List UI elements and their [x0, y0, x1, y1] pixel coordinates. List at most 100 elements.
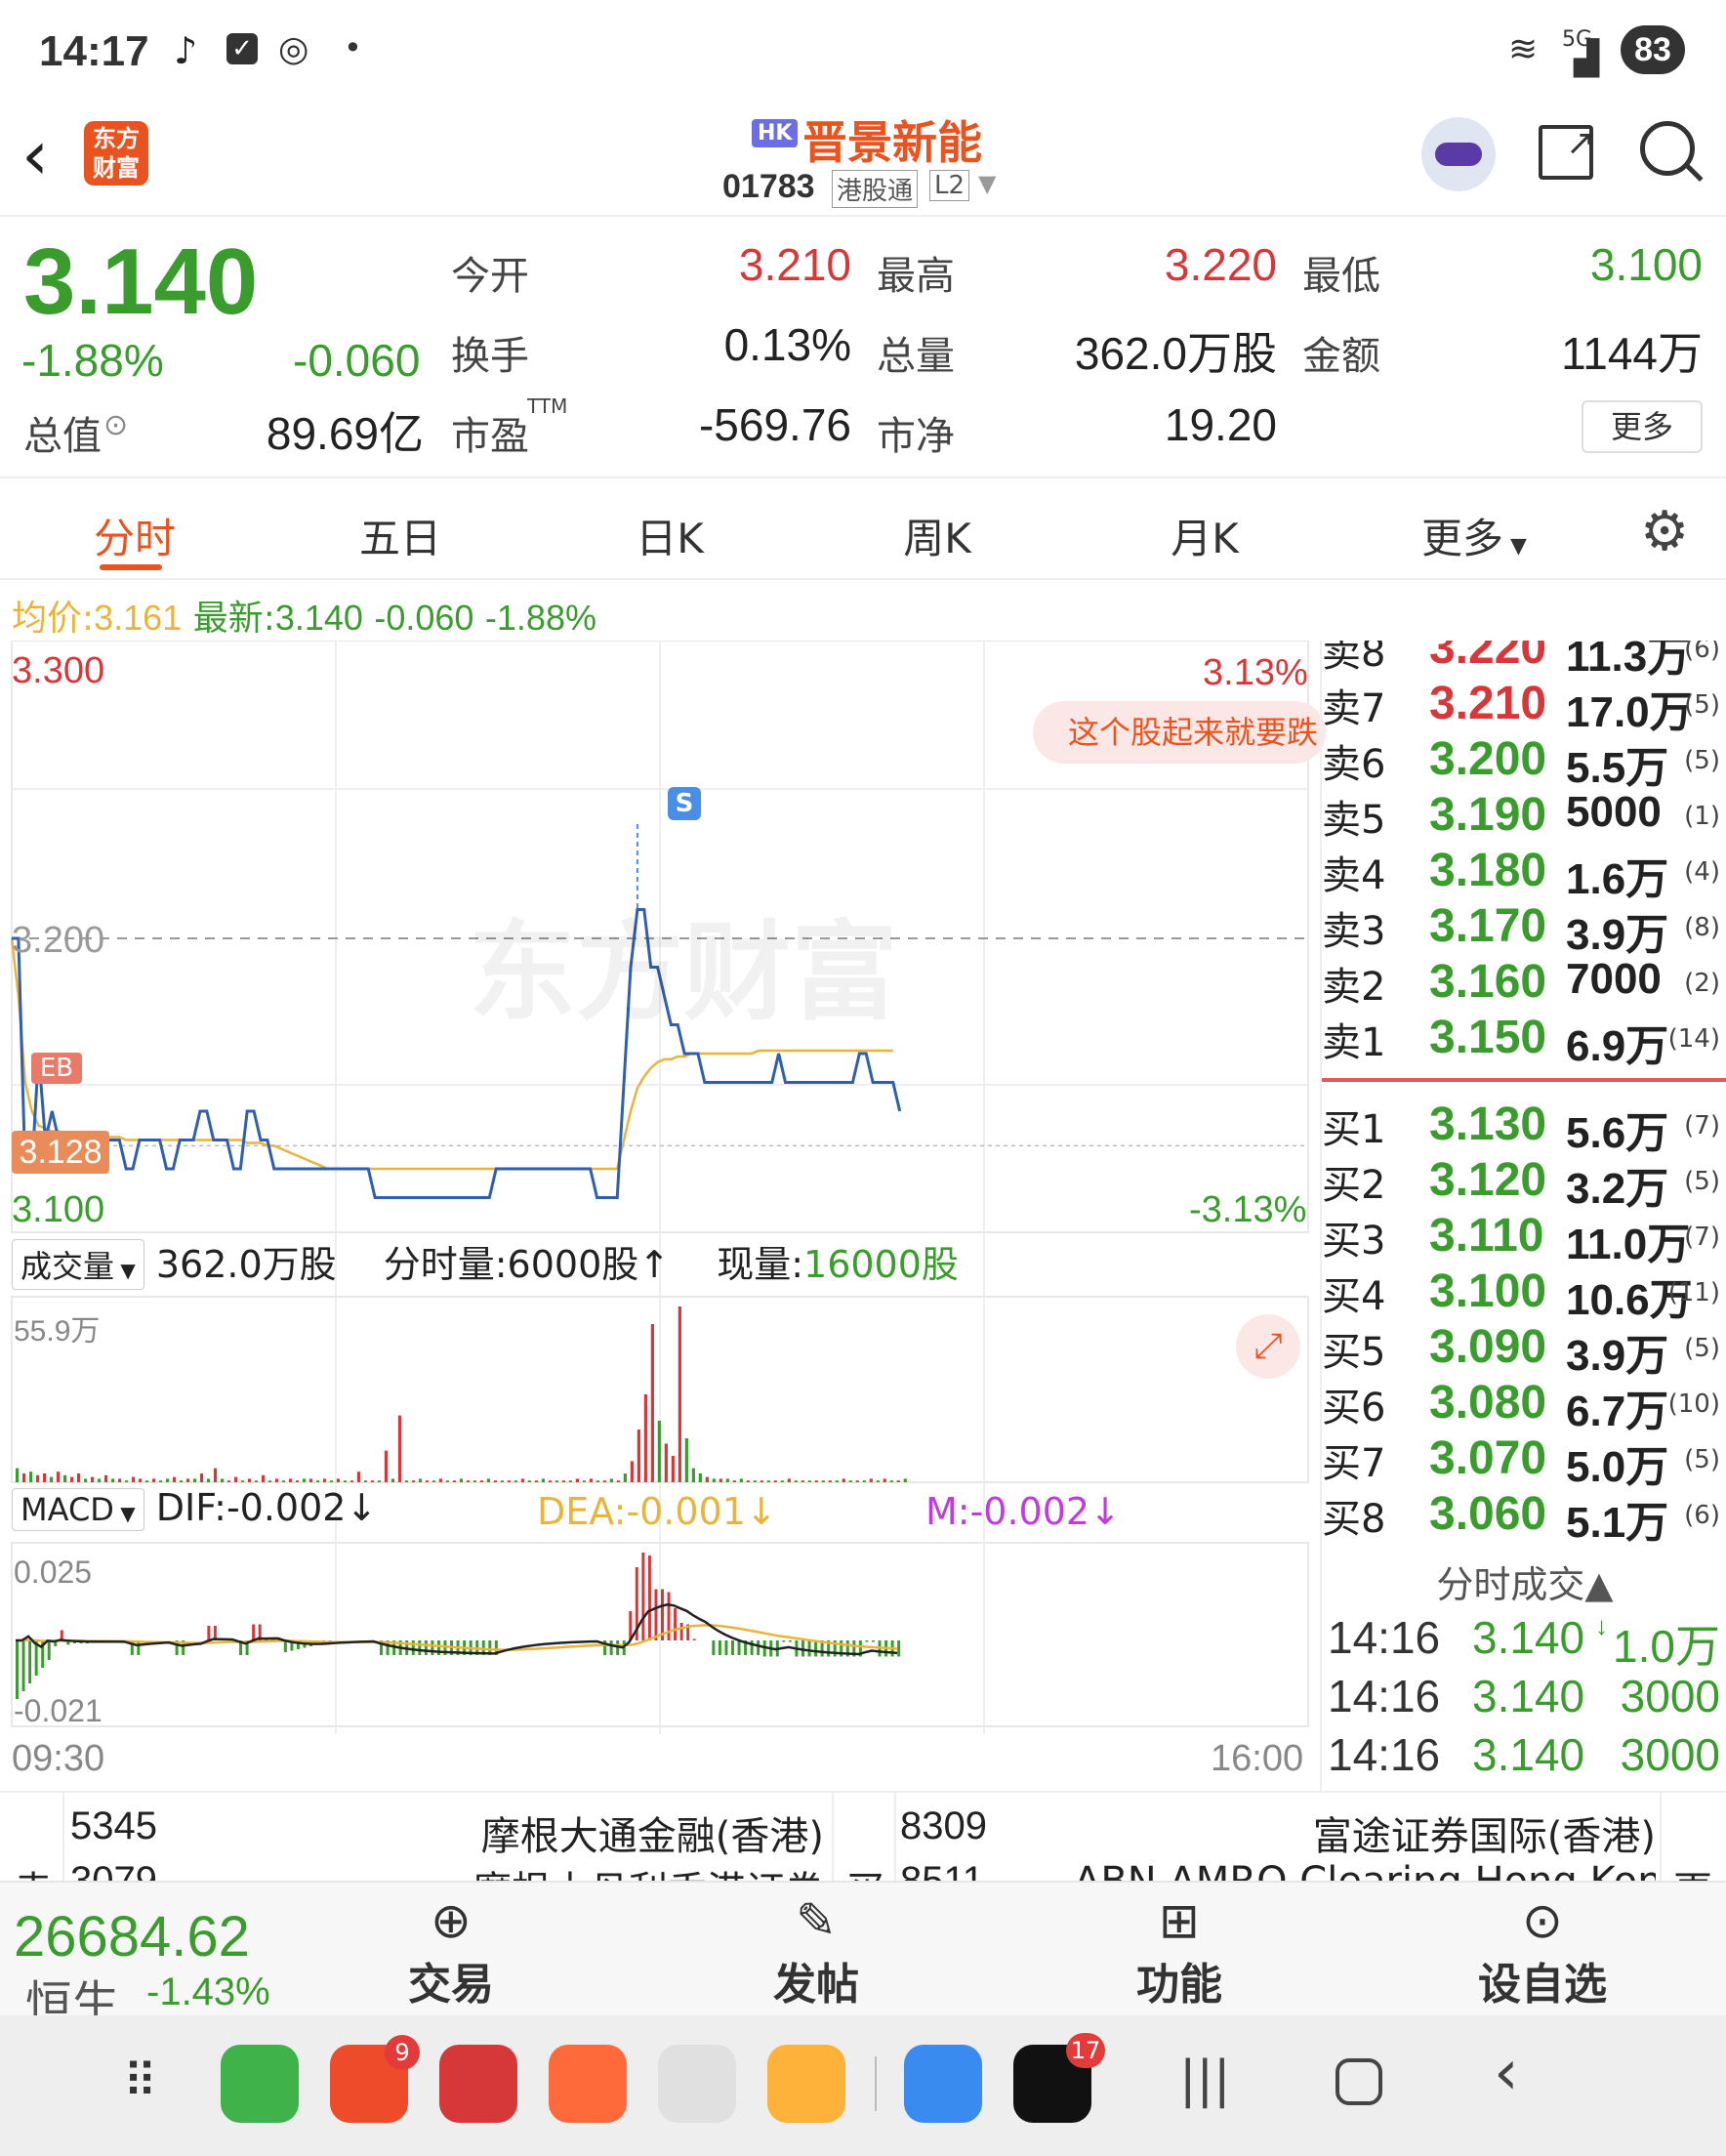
more-button[interactable]: 更多 [1582, 400, 1703, 453]
ask-volume: 17.0万 [1566, 688, 1693, 736]
app-drawer-icon[interactable]: ⠿ [123, 2054, 159, 2109]
ask-count: (5) [1684, 746, 1720, 775]
avg-label: 均价: [12, 599, 95, 639]
system-back-icon[interactable]: ‹ [1494, 2037, 1519, 2109]
tab-more[interactable]: 更多 ▼ [1377, 506, 1572, 565]
macd-bar [47, 1640, 51, 1660]
macd-bar [750, 1640, 754, 1655]
recents-icon[interactable]: ||| [1179, 2051, 1231, 2109]
tab-daily-k[interactable]: 日K [572, 506, 767, 565]
volume-selector-label: 成交量 [21, 1248, 115, 1285]
ask-row[interactable]: 卖3 3.170 3.9万 (8) [1322, 899, 1726, 959]
ask-label: 卖6 [1322, 742, 1386, 787]
bid-volume: 6.7万 [1566, 1388, 1669, 1435]
book-divider [1322, 1078, 1726, 1082]
volume-bar [322, 1478, 327, 1482]
bid-row[interactable]: 买5 3.090 3.9万 (5) [1322, 1320, 1726, 1380]
volume-bar [801, 1480, 804, 1482]
ask-row[interactable]: 卖2 3.160 7000 (2) [1322, 955, 1726, 1011]
ask-volume: 5000 [1566, 788, 1662, 836]
signal-icon: ▟ [1574, 39, 1600, 78]
volume-bar [794, 1480, 798, 1482]
ask-label: 卖2 [1322, 965, 1386, 1010]
dropdown-icon[interactable]: ▼ [978, 170, 996, 197]
volume-bar [787, 1478, 791, 1482]
bid-count: (7) [1684, 1223, 1720, 1252]
camera-app-icon[interactable] [658, 2045, 736, 2123]
intraday-chart[interactable] [0, 641, 1318, 1793]
index-value[interactable]: 26684.62 [14, 1904, 250, 1969]
sell-broker-1-name[interactable]: 摩根大通金融(香港) [430, 1804, 824, 1861]
phone-app-icon[interactable] [221, 2045, 299, 2123]
volume-bar [356, 1472, 361, 1482]
ask-row[interactable]: 卖1 3.150 6.9万 (14) [1322, 1011, 1726, 1070]
macd-bar [679, 1623, 683, 1640]
tab-monthly-k[interactable]: 月K [1107, 506, 1302, 565]
ask-price: 3.170 [1429, 900, 1547, 952]
app-logo[interactable]: 东方 财富 [84, 121, 148, 186]
macd-bar [871, 1640, 875, 1642]
robot-assistant-icon[interactable] [1421, 117, 1496, 191]
share-icon[interactable]: ↗ [1539, 123, 1595, 180]
broker-divider-4 [1660, 1793, 1662, 1881]
badge-2: 17 [1066, 2033, 1105, 2068]
buy-side-label: 买 [845, 1859, 884, 1881]
volume-bar [199, 1473, 204, 1482]
volume-selector[interactable]: 成交量 ▼ [12, 1239, 144, 1290]
ask-label: 卖5 [1322, 798, 1386, 843]
messages-app-icon[interactable] [904, 2045, 982, 2123]
volume-bar [16, 1468, 20, 1482]
macd-bar [252, 1624, 256, 1640]
tick-row: 14:16 3.140 ↓ 1.0万 [1322, 1611, 1726, 1672]
video-app-icon[interactable] [767, 2045, 845, 2123]
tab-weekly-k[interactable]: 周K [840, 506, 1035, 565]
nav-trade[interactable]: ⊕ 交易 [344, 1892, 558, 2011]
stock-app-icon[interactable] [439, 2045, 517, 2123]
bid-volume: 5.6万 [1566, 1109, 1669, 1157]
tab-intraday[interactable]: 分时 [37, 506, 232, 565]
broker-more-label[interactable]: 更 [1673, 1859, 1712, 1881]
bid-row[interactable]: 买7 3.070 5.0万 (5) [1322, 1431, 1726, 1491]
nav-functions[interactable]: ⊞ 功能 [1072, 1892, 1287, 2011]
bid-row[interactable]: 买6 3.080 6.7万 (10) [1322, 1376, 1726, 1435]
sell-broker-2-name[interactable]: 摩根士丹利香港证券 [430, 1859, 824, 1881]
bid-row[interactable]: 买4 3.100 10.6万 (11) [1322, 1265, 1726, 1324]
ask-row[interactable]: 卖7 3.210 17.0万 (5) [1322, 677, 1726, 736]
volume-bar [49, 1476, 54, 1482]
comment-bubble[interactable]: 这个股起来就要跌 [1033, 701, 1326, 764]
volume-bar [220, 1478, 225, 1482]
home-icon[interactable] [1336, 2058, 1382, 2105]
back-icon[interactable]: ‹ [21, 115, 49, 195]
ask-row[interactable]: 卖8 3.220 11.3万 (6) [1322, 641, 1726, 681]
ask-row[interactable]: 卖4 3.180 1.6万 (4) [1322, 844, 1726, 903]
ask-label: 卖7 [1322, 686, 1386, 731]
info-icon[interactable]: ⊙ [103, 408, 128, 442]
bid-row[interactable]: 买3 3.110 11.0万 (7) [1322, 1209, 1726, 1268]
volume-bar [281, 1480, 286, 1482]
ticks-title[interactable]: 分时成交▲ [1322, 1555, 1726, 1608]
bid-row[interactable]: 买2 3.120 3.2万 (5) [1322, 1153, 1726, 1213]
eb-signal-marker[interactable]: EB [31, 1053, 82, 1084]
nav-post[interactable]: ✎ 发帖 [709, 1892, 924, 2011]
buy-broker-1-name[interactable]: 富途证券国际(香港) [1171, 1804, 1656, 1861]
ask-count: (14) [1667, 1024, 1720, 1054]
macd-selector[interactable]: MACD ▼ [12, 1488, 144, 1531]
expand-chart-icon[interactable]: ⤢ [1236, 1314, 1300, 1379]
volume-bar [288, 1478, 293, 1482]
volume-bar [452, 1480, 457, 1482]
volume-bar [274, 1478, 279, 1482]
bid-row[interactable]: 买8 3.060 5.1万 (6) [1322, 1487, 1726, 1547]
more-circle-icon: ⊙ [1522, 1892, 1563, 1949]
nav-watchlist[interactable]: ⊙ 设自选 [1435, 1892, 1650, 2011]
buy-broker-2-name[interactable]: ABN AMRO Clearing Hong Kong [1074, 1859, 1656, 1881]
volume-bar [623, 1473, 627, 1482]
volume-bar [404, 1480, 409, 1482]
kuaishou-app-icon[interactable] [549, 2045, 627, 2123]
ask-row[interactable]: 卖6 3.200 5.5万 (5) [1322, 732, 1726, 792]
settings-gear-icon[interactable]: ⚙ [1640, 500, 1689, 563]
sell-signal-marker[interactable]: S [668, 787, 701, 820]
tab-five-day[interactable]: 五日 [303, 506, 498, 565]
ask-row[interactable]: 卖5 3.190 5000 (1) [1322, 788, 1726, 844]
bid-row[interactable]: 买1 3.130 5.6万 (7) [1322, 1098, 1726, 1157]
ask-volume: 6.9万 [1566, 1022, 1669, 1070]
